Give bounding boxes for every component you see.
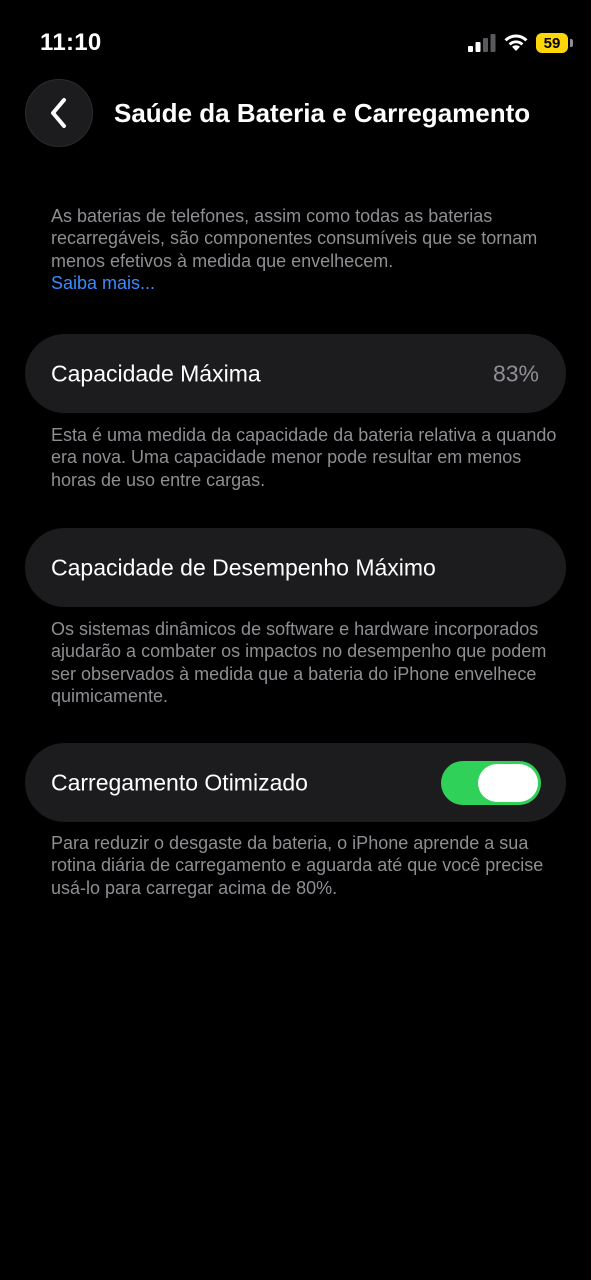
peak-performance-row: Capacidade de Desempenho Máximo [25,528,566,607]
battery-body: 59 [536,33,568,53]
max-capacity-footnote: Esta é uma medida da capacidade da bater… [51,425,557,490]
intro-text-block: As baterias de telefones, assim como tod… [51,205,561,294]
battery-level: 59 [543,34,561,52]
cellular-signal-icon [468,34,496,52]
max-capacity-value: 83% [492,360,539,386]
optimized-charging-label: Carregamento Otimizado [51,769,308,795]
battery-cap [570,39,573,47]
max-capacity-label: Capacidade Máxima [51,360,261,386]
back-button[interactable] [25,79,93,147]
peak-performance-footnote: Os sistemas dinâmicos de software e hard… [51,619,547,706]
wifi-icon [504,34,528,51]
optimized-charging-toggle[interactable] [441,760,541,805]
max-capacity-row: Capacidade Máxima 83% [25,334,566,413]
optimized-charging-footnote: Para reduzir o desgaste da bateria, o iP… [51,833,544,898]
intro-description: As baterias de telefones, assim como tod… [51,206,538,271]
status-bar: 11:10 59 [0,0,591,86]
optimized-charging-row: Carregamento Otimizado [25,743,566,822]
battery-icon: 59 [536,33,574,53]
learn-more-link[interactable]: Saiba mais... [51,272,561,294]
status-time: 11:10 [40,29,102,56]
chevron-left-icon [51,98,66,128]
peak-performance-label: Capacidade de Desempenho Máximo [51,554,436,580]
toggle-knob[interactable] [478,763,538,802]
page-title: Saúde da Bateria e Carregamento [114,98,531,128]
